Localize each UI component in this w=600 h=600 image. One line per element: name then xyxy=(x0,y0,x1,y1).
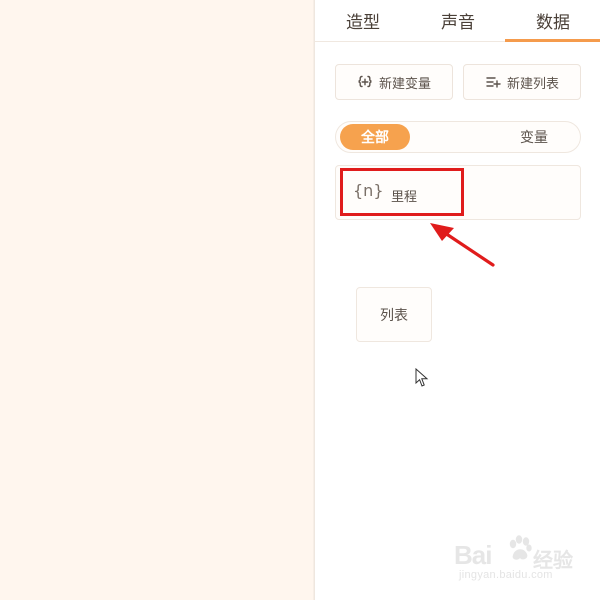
variable-filter: 全部 变量 列表 xyxy=(335,121,581,342)
filter-variables-label: 变量 xyxy=(520,130,548,146)
tab-costumes[interactable]: 造型 xyxy=(315,0,411,42)
tab-costumes-label: 造型 xyxy=(346,13,380,33)
new-list-button[interactable]: 新建列表 xyxy=(463,64,581,100)
variable-item[interactable]: {n} 里程 xyxy=(336,166,582,221)
data-panel: 造型 声音 数据 新建变量 新建列表 全部 变量 列表 {n} 里程 xyxy=(314,0,600,600)
filter-lists[interactable]: 列表 xyxy=(356,287,432,342)
tab-data[interactable]: 数据 xyxy=(505,0,600,42)
variable-name: 里程 xyxy=(391,190,418,205)
new-list-label: 新建列表 xyxy=(506,75,559,91)
tab-sounds[interactable]: 声音 xyxy=(411,0,505,42)
braces-plus-icon xyxy=(357,74,373,90)
panel-tabs: 造型 声音 数据 xyxy=(315,0,600,42)
list-add-icon xyxy=(485,74,501,90)
variable-glyph: {n} xyxy=(353,181,384,200)
tab-sounds-label: 声音 xyxy=(441,13,475,33)
filter-variables[interactable]: 变量 xyxy=(492,124,576,150)
filter-all-label: 全部 xyxy=(361,130,389,146)
variable-list: {n} 里程 xyxy=(335,165,581,220)
filter-lists-label: 列表 xyxy=(380,307,408,324)
new-variable-button[interactable]: 新建变量 xyxy=(335,64,453,100)
tab-data-label: 数据 xyxy=(536,13,570,33)
workspace: 造型 声音 数据 新建变量 新建列表 全部 变量 列表 {n} 里程 Bai 经… xyxy=(0,0,600,600)
new-variable-label: 新建变量 xyxy=(378,75,431,91)
data-actions: 新建变量 新建列表 xyxy=(335,64,581,100)
filter-all[interactable]: 全部 xyxy=(340,124,410,150)
